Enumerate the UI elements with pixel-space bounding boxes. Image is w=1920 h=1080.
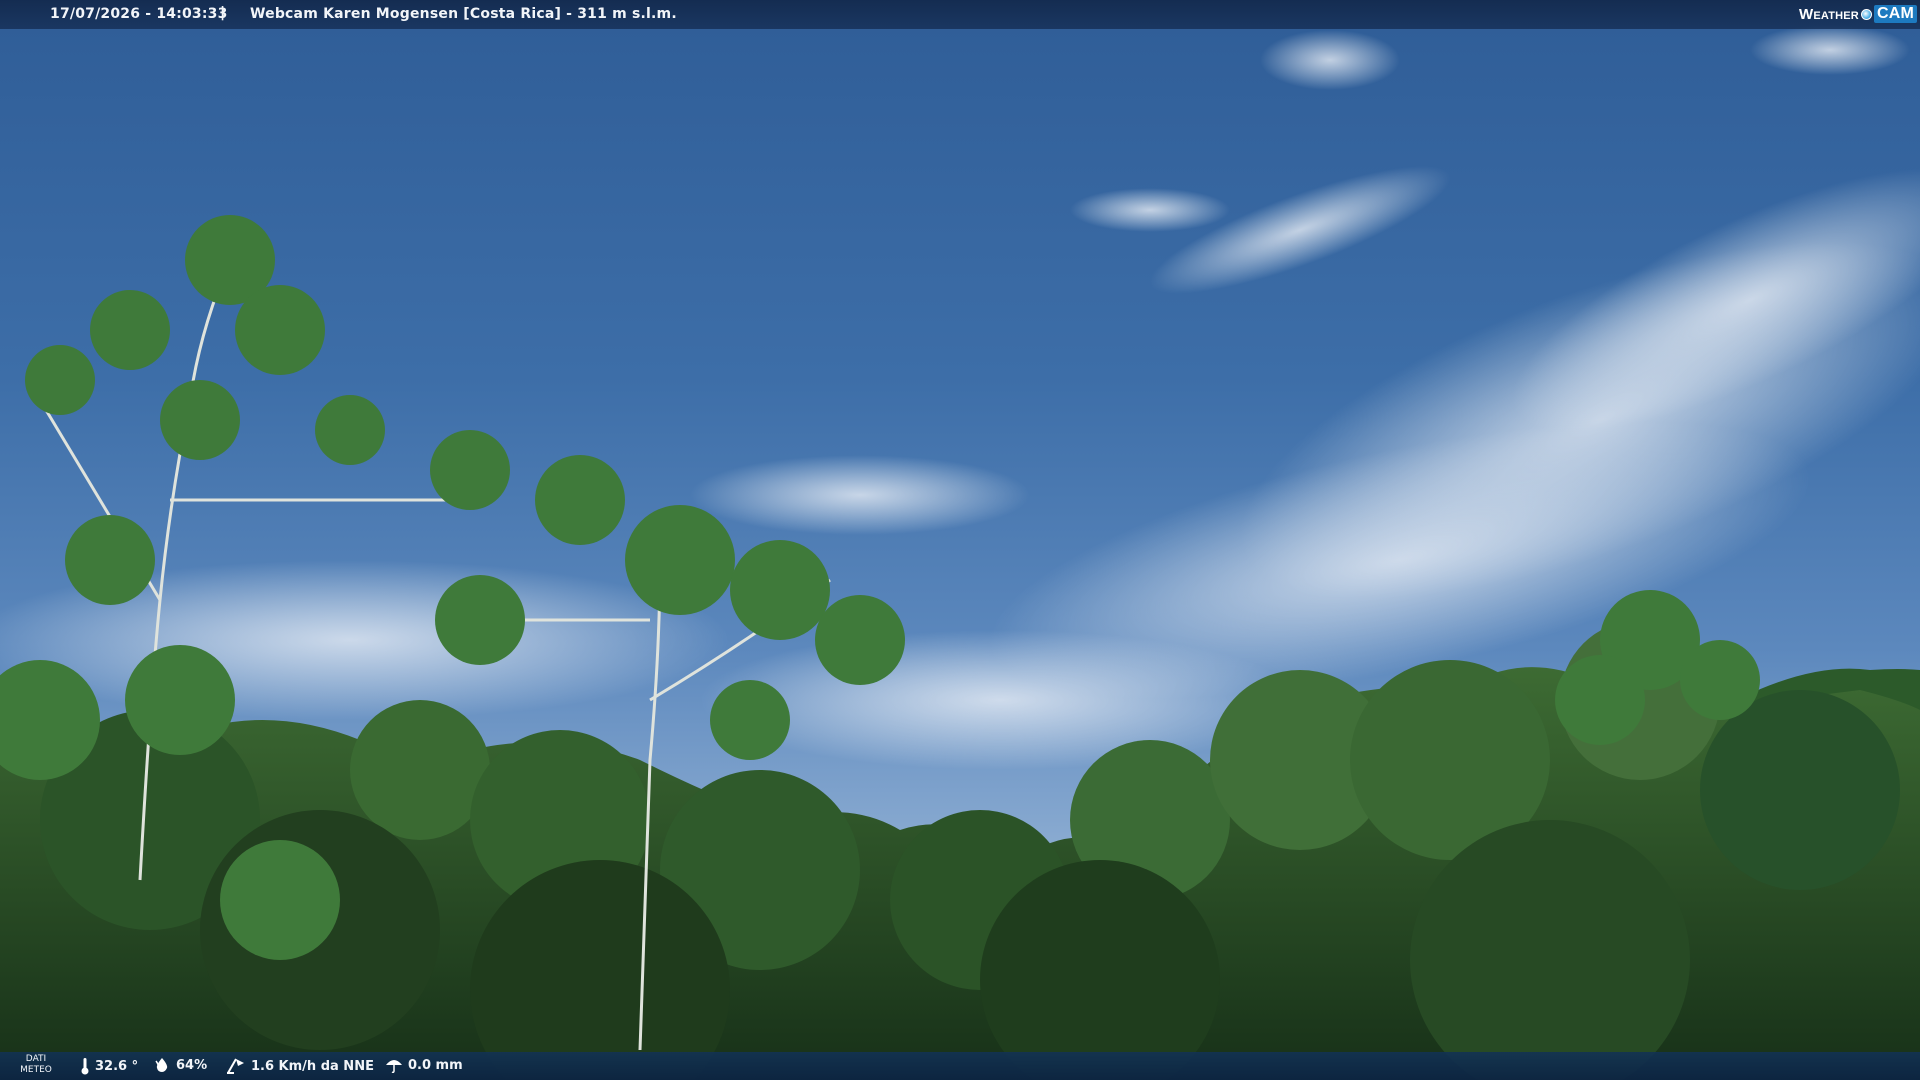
humidity-value: 64% bbox=[176, 1057, 208, 1073]
rain-metric: 0.0 mm bbox=[385, 1057, 463, 1073]
dati-label: DATI bbox=[25, 1054, 47, 1064]
wind-icon bbox=[227, 1058, 244, 1074]
temperature-metric: 32.6 ° bbox=[80, 1057, 138, 1075]
webcam-title: Webcam Karen Mogensen [Costa Rica] - 311… bbox=[250, 6, 677, 22]
meteo-label: METEO bbox=[20, 1065, 52, 1075]
thermometer-icon bbox=[81, 1058, 89, 1075]
logo-weather-text: Weather bbox=[1798, 5, 1859, 23]
rain-umbrella-icon bbox=[386, 1060, 402, 1073]
weather-data-bar: DATI METEO 32.6 ° 64% 1.6 Km/h da NNE 0.… bbox=[0, 1052, 1920, 1080]
wind-value: 1.6 Km/h da NNE bbox=[251, 1058, 374, 1074]
weathercam-logo[interactable]: Weather CAM bbox=[1799, 3, 1917, 25]
temperature-value: 32.6 ° bbox=[95, 1058, 139, 1074]
humidity-metric: 64% bbox=[153, 1057, 207, 1073]
webcam-image bbox=[0, 0, 1920, 1080]
wind-metric: 1.6 Km/h da NNE bbox=[226, 1057, 374, 1075]
logo-cam-text: CAM bbox=[1873, 5, 1917, 23]
top-info-bar: 17/07/2026 - 14:03:33 | Webcam Karen Mog… bbox=[0, 0, 1920, 29]
humidity-drop-icon bbox=[155, 1058, 168, 1072]
dati-meteo-label: DATI METEO bbox=[20, 1054, 52, 1076]
datetime-label: 17/07/2026 - 14:03:33 bbox=[50, 6, 228, 22]
rain-value: 0.0 mm bbox=[408, 1057, 463, 1073]
logo-dot-icon bbox=[1860, 8, 1872, 20]
webcam-scene bbox=[0, 0, 1920, 1080]
separator: | bbox=[220, 5, 226, 21]
